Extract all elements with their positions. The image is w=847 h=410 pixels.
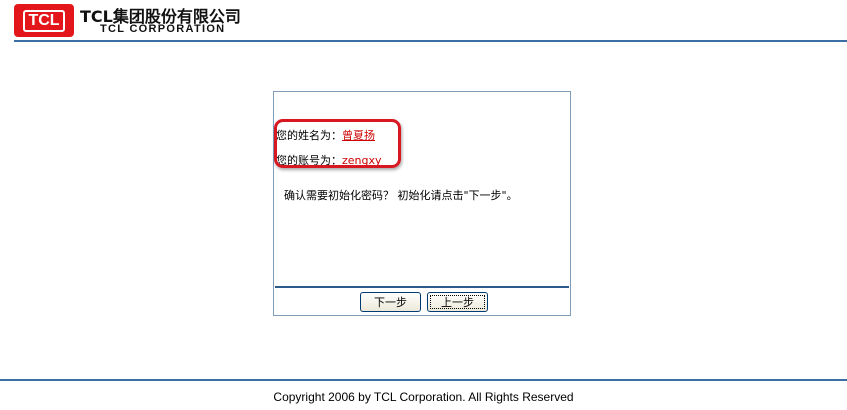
footer-divider [0,379,847,381]
header-divider [14,40,847,42]
previous-button[interactable]: 上一步 [427,292,488,312]
logo-text: TCL [23,9,65,32]
reset-password-dialog: 您的姓名为：曾夏扬 您的账号为：zengxy 确认需要初始化密码？ 初始化请点击… [273,91,571,316]
dialog-divider [275,286,569,288]
copyright-text: Copyright 2006 by TCL Corporation. All R… [273,390,574,404]
page: TCL TCL集团股份有限公司 TCL CORPORATION 您的姓名为：曾夏… [0,0,847,410]
company-name-en: TCL CORPORATION [100,23,226,35]
highlight-annotation [274,119,401,168]
tcl-logo: TCL [14,4,74,37]
next-button[interactable]: 下一步 [360,292,421,312]
confirm-message: 确认需要初始化密码？ 初始化请点击"下一步"。 [284,189,518,202]
